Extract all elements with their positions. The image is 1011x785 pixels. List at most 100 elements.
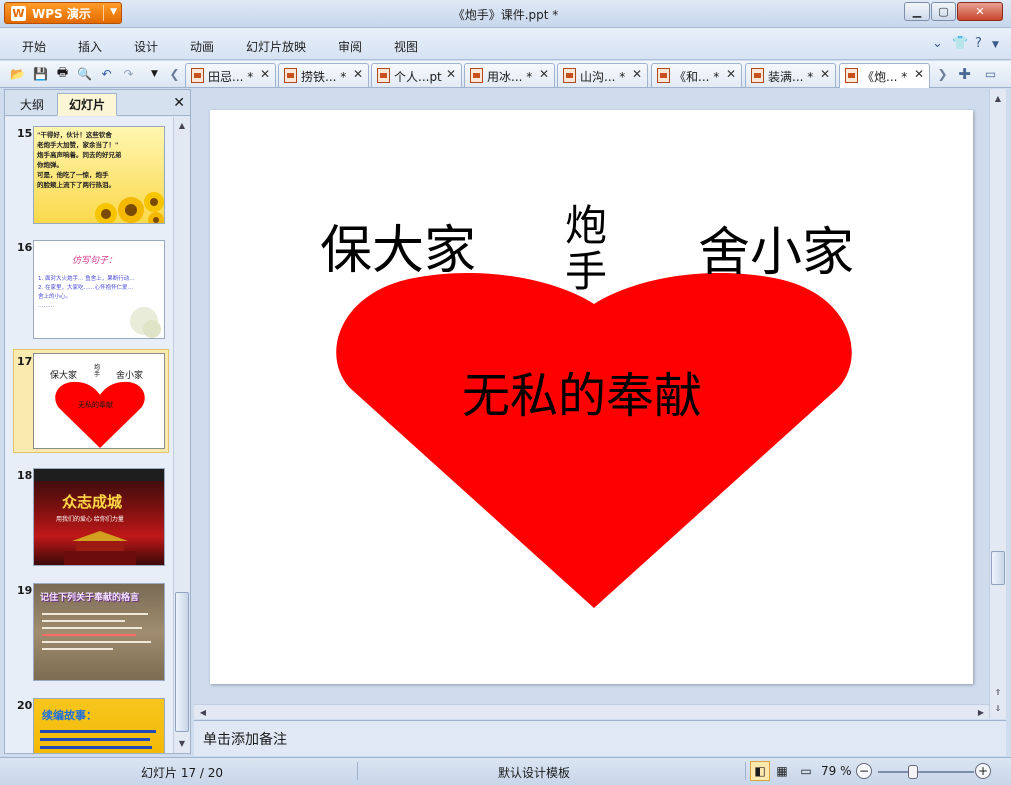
undo-icon[interactable]: ↶ (98, 65, 115, 82)
slideshow-view-icon[interactable]: ▭ (796, 761, 816, 781)
thumb-text-line: "干得好，伙计！这些钦舍 (37, 131, 112, 139)
current-slide[interactable]: 保大家 炮 手 舍小家 无私的奉献 (210, 110, 973, 684)
doc-tab[interactable]: 用冰... * ✕ (464, 63, 555, 87)
thumb-number: 18 (17, 469, 33, 482)
doc-tab-active[interactable]: 《炮... * ✕ (839, 63, 930, 88)
doc-tab[interactable]: 装满... * ✕ (745, 63, 836, 87)
close-tab-icon[interactable]: ✕ (353, 67, 363, 81)
print-icon[interactable]: 🖶 (54, 65, 71, 82)
thumbnail-scrollbar[interactable]: ▲ ▼ (173, 117, 189, 753)
close-tab-icon[interactable]: ✕ (539, 67, 549, 81)
prev-slide-icon[interactable]: ⇑ (991, 685, 1005, 700)
print-preview-icon[interactable]: 🔍 (76, 65, 93, 82)
menu-home[interactable]: 开始 (22, 38, 46, 55)
doc-tab[interactable]: 山沟... * ✕ (557, 63, 648, 87)
scroll-down-icon[interactable]: ▼ (175, 736, 189, 751)
template-name: 默认设计模板 (498, 766, 571, 780)
slide-navigation-panel: 大纲 幻灯片 ✕ 15 "干得好，伙计！这些钦舍 老炮手大加赞，家余当了！" 炮… (4, 89, 191, 754)
ppt-file-icon (657, 68, 670, 83)
close-window-button[interactable]: ✕ (957, 2, 1003, 21)
scrollbar-thumb[interactable] (175, 592, 189, 732)
redo-icon[interactable]: ↷ (120, 65, 137, 82)
slide-thumbnail-19[interactable]: 记住下列关于奉献的格言 (33, 583, 165, 681)
thumb-body-lines (42, 608, 160, 674)
doc-tab[interactable]: 《和... * ✕ (651, 63, 742, 87)
menu-slideshow[interactable]: 幻灯片放映 (246, 38, 306, 55)
zoom-slider-handle[interactable] (908, 765, 918, 779)
slide-thumbnail-15[interactable]: "干得好，伙计！这些钦舍 老炮手大加赞，家余当了！" 炮手高声响着。同去的好兄弟… (33, 126, 165, 224)
tab-list-icon[interactable]: ▭ (982, 65, 999, 82)
close-tab-icon[interactable]: ✕ (260, 67, 270, 81)
sunflower-image (95, 192, 164, 223)
ppt-file-icon (470, 68, 483, 83)
doc-tab-label: 《和... * (674, 70, 720, 84)
notes-pane[interactable]: 单击添加备注 (194, 720, 1006, 756)
menu-review[interactable]: 审阅 (338, 38, 362, 55)
thumb-text-line: 炮手高声响着。同去的好兄弟 (37, 151, 122, 159)
doc-tab-label: 《炮... * (862, 70, 908, 84)
slide-horizontal-scrollbar[interactable]: ◀ ▶ (194, 704, 989, 719)
tab-outline[interactable]: 大纲 (9, 93, 55, 116)
slide-sorter-view-icon[interactable]: ▦ (772, 761, 792, 781)
close-panel-icon[interactable]: ✕ (173, 95, 185, 111)
save-icon[interactable]: 💾 (32, 65, 49, 82)
tab-slides[interactable]: 幻灯片 (57, 93, 117, 116)
ppt-file-icon (377, 68, 390, 83)
scroll-left-icon[interactable]: ◀ (196, 705, 210, 720)
thumb-number: 16 (17, 241, 33, 254)
notes-placeholder[interactable]: 单击添加备注 (203, 729, 287, 749)
thumb-number: 17 (17, 355, 33, 368)
menu-insert[interactable]: 插入 (78, 38, 102, 55)
scroll-up-icon[interactable]: ▲ (175, 118, 189, 133)
close-tab-icon[interactable]: ✕ (914, 67, 924, 81)
zoom-out-icon[interactable]: − (856, 763, 872, 779)
toolbar-dropdown-icon[interactable]: ▼ (146, 65, 163, 82)
close-tab-icon[interactable]: ✕ (820, 67, 830, 81)
doc-tab[interactable]: 田忌... * ✕ (185, 63, 276, 87)
scrollbar-thumb[interactable] (991, 551, 1005, 585)
slide-thumbnail-17[interactable]: 保大家 炮手 舍小家 无私的奉献 (33, 353, 165, 449)
help-dropdown-icon[interactable]: ▼ (992, 40, 999, 50)
help-icon[interactable]: ? (975, 36, 982, 51)
close-tab-icon[interactable]: ✕ (632, 67, 642, 81)
menu-design[interactable]: 设计 (134, 38, 158, 55)
zoom-slider-track[interactable] (878, 771, 974, 773)
new-tab-icon[interactable]: ✚ (956, 65, 973, 83)
normal-view-icon[interactable]: ◧ (750, 761, 770, 781)
thumb-body-lines (40, 725, 162, 753)
ppt-file-icon (284, 68, 297, 83)
doc-tab[interactable]: 个人...pt ✕ (371, 63, 462, 87)
scroll-up-icon[interactable]: ▲ (991, 91, 1005, 106)
tab-scroll-left-icon[interactable]: ❮ (166, 65, 183, 82)
close-tab-icon[interactable]: ✕ (446, 67, 456, 81)
minimize-button[interactable]: ▁ (904, 2, 930, 21)
thumb-title: 续编故事： (42, 709, 97, 722)
close-tab-icon[interactable]: ✕ (726, 67, 736, 81)
maximize-button[interactable]: ▢ (931, 2, 956, 21)
menu-view[interactable]: 视图 (394, 38, 418, 55)
doc-tab[interactable]: 捞铁... * ✕ (278, 63, 369, 87)
next-slide-icon[interactable]: ⇓ (991, 701, 1005, 716)
menu-animation[interactable]: 动画 (190, 38, 214, 55)
zoom-in-icon[interactable]: + (975, 763, 991, 779)
thumb-title: 仿写句子： (72, 256, 118, 266)
scroll-right-icon[interactable]: ▶ (974, 705, 988, 720)
open-folder-icon[interactable]: 📂 (9, 65, 26, 82)
heart-text[interactable]: 无私的奉献 (462, 356, 702, 426)
doc-tab-label: 用冰... * (487, 70, 533, 84)
slide-text-right[interactable]: 舍小家 (698, 210, 854, 285)
thumb-text-line: 你炮弹。 (37, 161, 63, 169)
doc-tab-label: 山沟... * (580, 70, 626, 84)
slide-vertical-scrollbar[interactable]: ▲ ⇑ ⇓ (989, 89, 1006, 719)
thumb-text: 炮手 (94, 364, 101, 378)
slide-thumbnail-16[interactable]: 仿写句子： 1. 面对大火炮手… 鱼舍上，果断行动… 2. 在家里，大家吃……心… (33, 240, 165, 339)
collapse-ribbon-icon[interactable]: ⌄ (932, 36, 943, 51)
skin-shirt-icon[interactable]: 👕 (952, 36, 968, 51)
tab-scroll-right-icon[interactable]: ❯ (934, 65, 951, 82)
slide-thumbnail-18[interactable]: 众志成城 用我们的爱心 给你们力量 (33, 468, 165, 566)
zoom-level: 79 % (821, 764, 852, 778)
thumb-title: 众志成城 (62, 493, 123, 511)
slide-thumbnail-20[interactable]: 续编故事： (33, 698, 165, 753)
thumb-text-line: 1. 面对大火炮手… 鱼舍上，果断行动… (38, 276, 135, 282)
heart-shape[interactable] (330, 270, 858, 610)
